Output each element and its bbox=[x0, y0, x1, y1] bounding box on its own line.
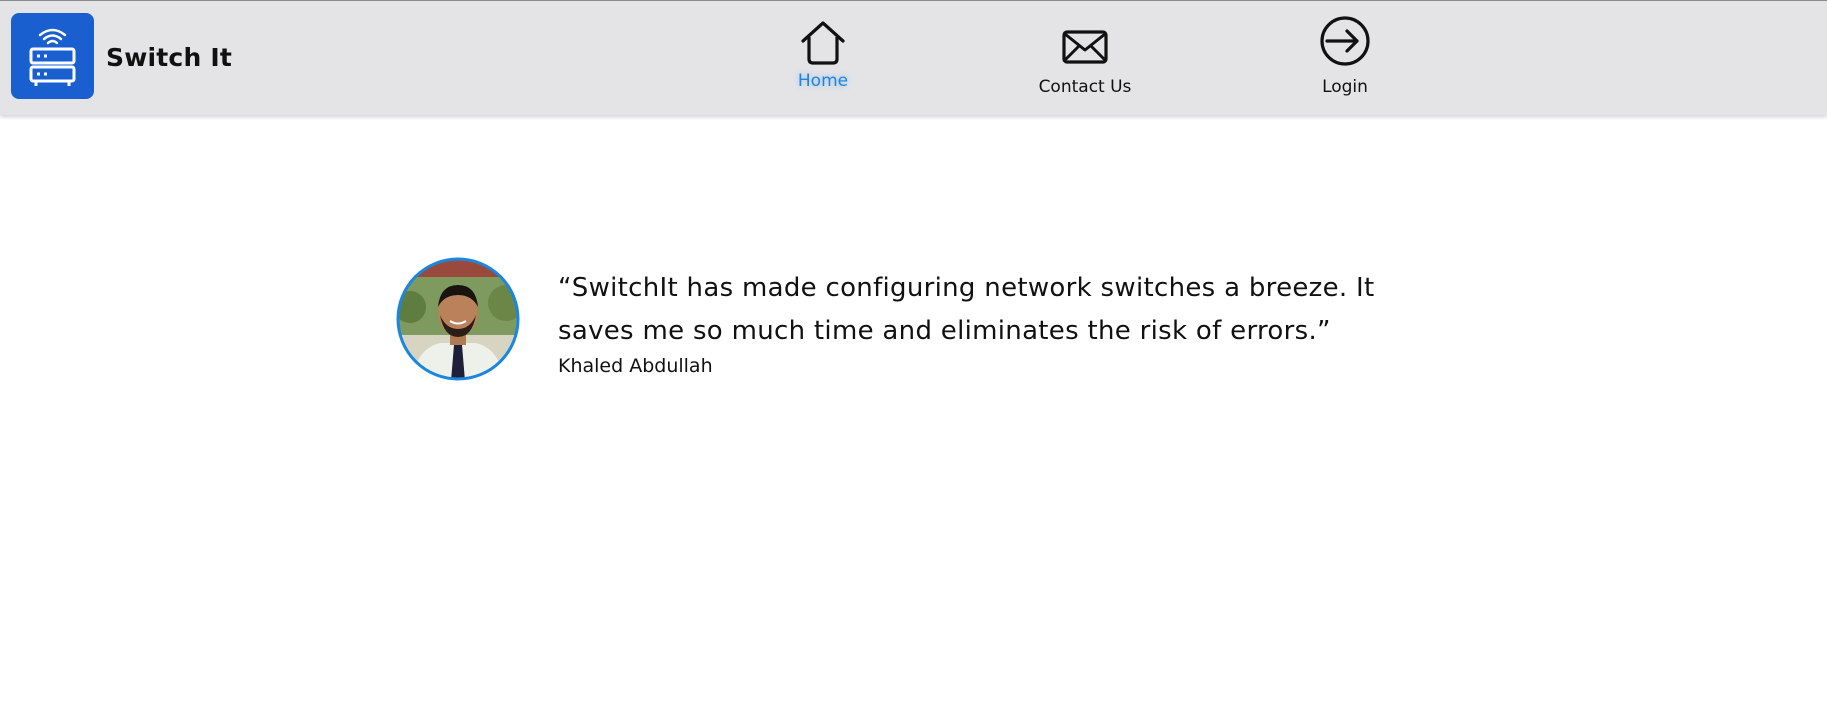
nav-item-contact-us[interactable]: Contact Us bbox=[1000, 11, 1170, 106]
home-icon bbox=[799, 11, 847, 67]
testimonial-quote: “SwitchIt has made configuring network s… bbox=[558, 273, 1375, 346]
nav-label-home: Home bbox=[797, 71, 849, 91]
nav-item-home[interactable]: Home bbox=[738, 11, 908, 106]
envelope-icon bbox=[1061, 11, 1109, 67]
nav-item-login[interactable]: Login bbox=[1260, 11, 1430, 106]
nav-label-contact-us: Contact Us bbox=[1038, 77, 1132, 97]
logo-background bbox=[11, 13, 94, 99]
testimonial-card: “SwitchIt has made configuring network s… bbox=[396, 257, 1436, 387]
top-navbar: Switch It Home Contact Us Login bbox=[0, 0, 1827, 115]
login-icon bbox=[1319, 11, 1371, 67]
nav-label-login: Login bbox=[1322, 77, 1368, 97]
avatar-photo bbox=[396, 257, 520, 381]
avatar bbox=[396, 257, 520, 381]
network-switch-icon bbox=[11, 13, 94, 99]
brand-name[interactable]: Switch It bbox=[106, 43, 232, 72]
logo[interactable] bbox=[11, 13, 94, 99]
testimonial-author: Khaled Abdullah bbox=[558, 355, 713, 377]
